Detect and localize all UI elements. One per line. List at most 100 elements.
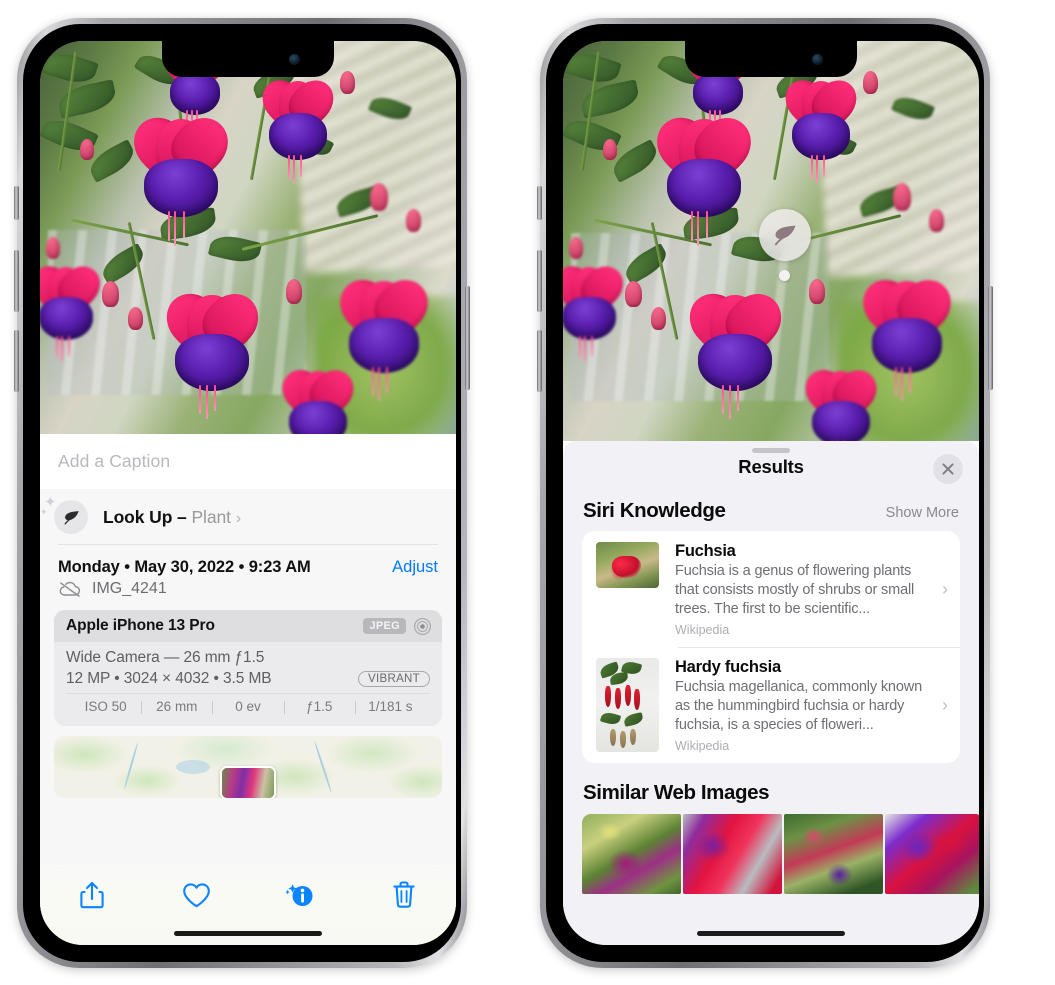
knowledge-snippet: Fuchsia magellanica, commonly known as t…	[675, 679, 922, 733]
knowledge-card: Fuchsia Fuchsia is a genus of flowering …	[582, 531, 960, 763]
home-indicator[interactable]	[697, 931, 845, 936]
fuchsia-blossom	[40, 258, 109, 363]
stat-shutter: 1/181 s	[354, 699, 426, 714]
silent-switch[interactable]	[14, 186, 19, 220]
share-button[interactable]	[65, 875, 119, 915]
knowledge-thumbnail	[596, 658, 659, 752]
info-sparkle-icon	[285, 884, 313, 906]
flower-bud	[102, 281, 119, 307]
flower-bud	[929, 209, 944, 232]
look-up-subject: Plant	[191, 506, 231, 527]
fuchsia-blossom	[852, 269, 962, 401]
exif-header-badges: JPEG	[363, 617, 432, 636]
device-bezel: Results Siri Knowledge Show More Fuchsia…	[546, 24, 984, 962]
volume-down-button[interactable]	[537, 330, 542, 392]
knowledge-title: Fuchsia	[675, 542, 736, 560]
map-water-body	[176, 760, 210, 774]
adjust-button[interactable]: Adjust	[392, 558, 438, 577]
front-camera	[289, 54, 300, 65]
silent-switch[interactable]	[537, 186, 542, 220]
thumbnail-image	[596, 658, 659, 752]
siri-knowledge-title: Siri Knowledge	[583, 499, 726, 522]
show-more-button[interactable]: Show More	[886, 505, 959, 521]
knowledge-text: Hardy fuchsia Fuchsia magellanica, commo…	[659, 658, 940, 753]
info-button[interactable]	[273, 875, 327, 915]
knowledge-source: Wikipedia	[675, 623, 730, 637]
aperture-icon	[413, 617, 432, 635]
file-row: IMG_4241	[40, 577, 456, 598]
web-image-4[interactable]	[885, 814, 979, 894]
stat-focal: 26 mm	[141, 699, 212, 714]
fuchsia-blossom	[563, 258, 632, 363]
flower-bud	[46, 237, 60, 259]
device-notch	[685, 41, 857, 77]
heart-icon	[182, 882, 210, 907]
similar-web-images-strip[interactable]	[563, 814, 979, 894]
screen-left: Add a Caption ✦ ✦ Look Up – Plant › Mond…	[40, 41, 456, 945]
power-button[interactable]	[465, 286, 470, 390]
look-up-row[interactable]: ✦ ✦ Look Up – Plant ›	[40, 489, 456, 545]
file-name-label: IMG_4241	[92, 580, 167, 597]
device-bezel: Add a Caption ✦ ✦ Look Up – Plant › Mond…	[23, 24, 461, 962]
leaf-icon	[774, 225, 796, 246]
iphone-device-right: Results Siri Knowledge Show More Fuchsia…	[537, 18, 993, 968]
fuchsia-blossom	[646, 106, 762, 246]
thumbnail-image	[596, 542, 659, 588]
exif-card[interactable]: Apple iPhone 13 Pro JPEG Wide Camera — 2…	[54, 610, 442, 726]
volume-up-button[interactable]	[537, 250, 542, 312]
fuchsia-blossom	[796, 361, 886, 441]
front-camera	[812, 54, 823, 65]
knowledge-row[interactable]: Hardy fuchsia Fuchsia magellanica, commo…	[582, 647, 960, 763]
flower-bud	[128, 307, 143, 330]
flower-bud	[406, 209, 421, 232]
fuchsia-blossom	[329, 269, 439, 401]
web-image-1[interactable]	[582, 814, 681, 894]
web-image-3[interactable]	[784, 814, 883, 894]
pin-thumbnail	[222, 768, 274, 798]
volume-up-button[interactable]	[14, 250, 19, 312]
close-icon	[942, 463, 954, 475]
chevron-right-icon: ›	[942, 579, 948, 599]
share-icon	[80, 881, 104, 909]
web-image-2[interactable]	[683, 814, 782, 894]
fuchsia-blossom	[273, 361, 363, 434]
screen-right: Results Siri Knowledge Show More Fuchsia…	[563, 41, 979, 945]
flower-bud	[893, 183, 911, 211]
screenshot-root: Add a Caption ✦ ✦ Look Up – Plant › Mond…	[0, 0, 1055, 985]
sparkle-icon-small: ✦	[40, 507, 48, 517]
trash-icon	[393, 881, 415, 908]
photo-info-panel: Add a Caption ✦ ✦ Look Up – Plant › Mond…	[40, 434, 456, 945]
flower-bud	[651, 307, 666, 330]
sheet-header: Results	[563, 441, 979, 493]
knowledge-title: Hardy fuchsia	[675, 658, 781, 676]
fuchsia-blossom	[155, 283, 269, 420]
visual-look-up-indicator-dot	[779, 270, 790, 281]
photo-viewer[interactable]	[40, 41, 456, 434]
photo-toolbar	[40, 865, 456, 945]
knowledge-snippet: Fuchsia is a genus of flowering plants t…	[675, 563, 915, 617]
flower-bud	[80, 139, 94, 160]
delete-button[interactable]	[377, 875, 431, 915]
knowledge-row[interactable]: Fuchsia Fuchsia is a genus of flowering …	[582, 531, 960, 647]
map-photo-pin[interactable]	[220, 766, 276, 798]
favorite-button[interactable]	[169, 875, 223, 915]
chevron-right-icon: ›	[942, 695, 948, 715]
flower-bud	[863, 71, 878, 94]
fuchsia-blossom	[253, 71, 343, 184]
fuchsia-blossom	[678, 283, 792, 420]
chevron-right-icon: ›	[235, 509, 242, 527]
sheet-title: Results	[738, 456, 804, 477]
caption-field[interactable]: Add a Caption	[40, 434, 456, 489]
home-indicator[interactable]	[174, 931, 322, 936]
visual-look-up-badge[interactable]	[759, 209, 811, 261]
exif-header: Apple iPhone 13 Pro JPEG	[54, 610, 442, 642]
close-button[interactable]	[933, 454, 963, 484]
stat-exposure: 0 ev	[212, 699, 283, 714]
camera-device-name: Apple iPhone 13 Pro	[66, 617, 215, 634]
location-map[interactable]	[54, 736, 442, 798]
power-button[interactable]	[988, 286, 993, 390]
knowledge-text: Fuchsia Fuchsia is a genus of flowering …	[659, 542, 940, 637]
volume-down-button[interactable]	[14, 330, 19, 392]
exif-specs-row: 12 MP • 3024 × 4032 • 3.5 MB VIBRANT	[66, 670, 430, 688]
flower-bud	[340, 71, 355, 94]
